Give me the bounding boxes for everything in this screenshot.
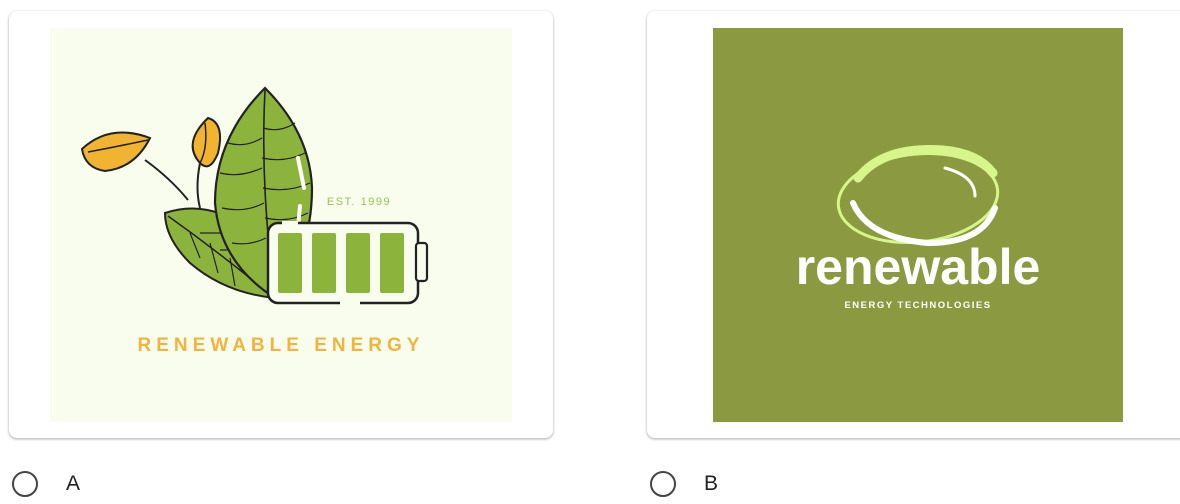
tagline-text: ENERGY TECHNOLOGIES <box>844 300 991 311</box>
battery-cell <box>312 233 336 293</box>
option-a-card[interactable]: EST. 1999 RENEWABLE ENERGY <box>9 11 553 438</box>
yellow-leaf-icon <box>80 131 152 173</box>
option-a-radio-row[interactable]: A <box>12 464 80 504</box>
logo-a-graphic: EST. 1999 RENEWABLE ENERGY <box>80 86 429 356</box>
battery-cell <box>380 233 404 293</box>
renewable-energy-logo-a: EST. 1999 RENEWABLE ENERGY <box>50 28 512 422</box>
brand-wordmark: renewable <box>796 239 1041 295</box>
radio-button-b[interactable] <box>650 471 676 497</box>
logo-b-graphic: renewable ENERGY TECHNOLOGIES <box>796 145 1041 311</box>
option-a-label: A <box>66 472 81 495</box>
option-b-radio-row[interactable]: B <box>650 464 718 504</box>
brand-text: RENEWABLE ENERGY <box>138 335 425 356</box>
ring-icon <box>836 145 1000 247</box>
battery-icon <box>266 221 429 305</box>
leaf-stem <box>196 162 201 209</box>
renewable-logo-b: renewable ENERGY TECHNOLOGIES <box>713 28 1123 422</box>
option-b-card[interactable]: renewable ENERGY TECHNOLOGIES <box>647 11 1180 438</box>
yellow-leaf-icon <box>191 116 221 168</box>
battery-cell <box>346 233 370 293</box>
est-text: EST. 1999 <box>327 196 391 208</box>
radio-button-a[interactable] <box>12 471 38 497</box>
option-b-label: B <box>704 472 719 495</box>
leaf-stem <box>144 159 189 201</box>
battery-cell <box>278 233 302 293</box>
